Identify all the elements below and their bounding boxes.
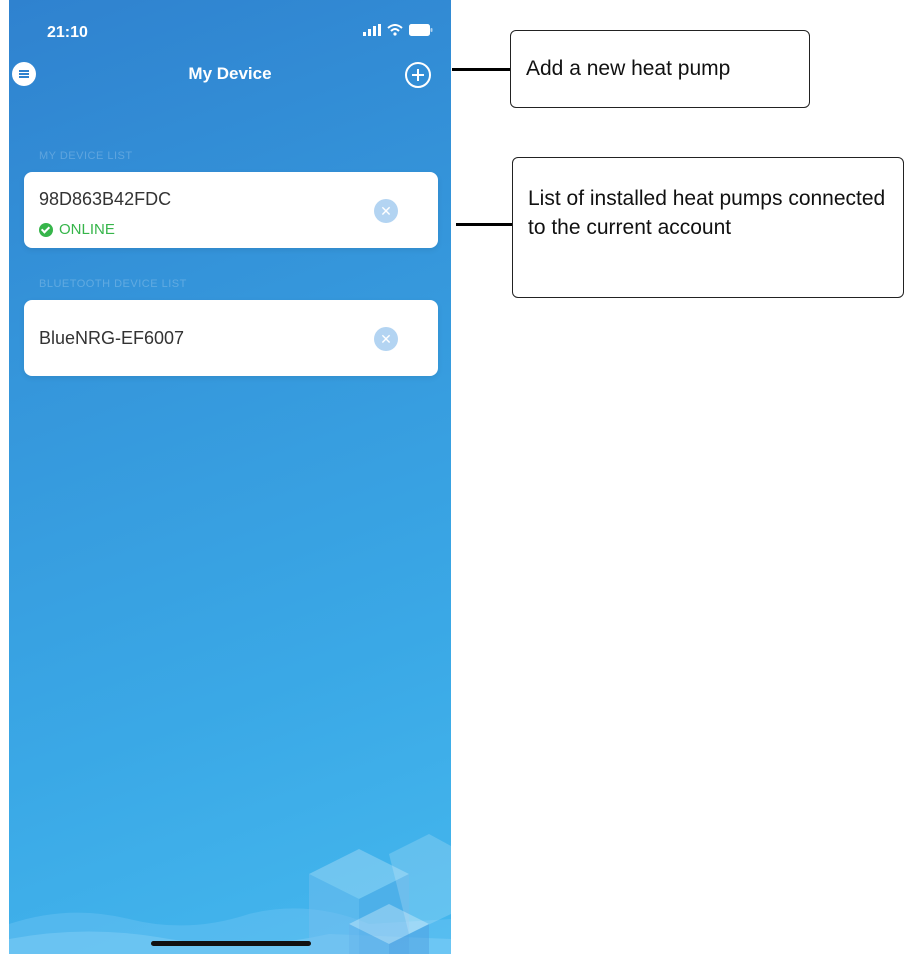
nav-bar: My Device — [9, 52, 451, 96]
device-name: 98D863B42FDC — [39, 189, 172, 209]
device-status-text: ONLINE — [59, 221, 115, 238]
callout-installed-list: List of installed heat pumps connected t… — [512, 157, 904, 298]
close-icon: ✕ — [380, 202, 392, 219]
callout-list-text: List of installed heat pumps connected t… — [528, 187, 886, 240]
callout-add-heat-pump: Add a new heat pump — [510, 30, 810, 108]
page-title: My Device — [188, 64, 272, 83]
device-status: ONLINE — [39, 221, 115, 238]
bluetooth-device-card[interactable]: BlueNRG-EF6007 ✕ — [24, 300, 438, 376]
battery-icon — [409, 24, 433, 36]
add-device-button[interactable] — [405, 62, 431, 88]
status-icons — [363, 24, 433, 36]
my-device-list-label: MY DEVICE LIST — [39, 150, 133, 162]
phone-screen: 21:10 My Device MY DEVICE LIST 98D863B42… — [9, 0, 451, 954]
device-card[interactable]: 98D863B42FDC ONLINE ✕ — [24, 172, 438, 248]
decorative-skyline — [9, 834, 451, 954]
callout-add-text: Add a new heat pump — [526, 57, 731, 81]
signal-icon — [363, 24, 381, 36]
check-circle-icon — [39, 222, 53, 237]
close-icon: ✕ — [380, 330, 392, 347]
wifi-icon — [387, 24, 403, 36]
home-indicator — [151, 941, 311, 946]
status-time: 21:10 — [47, 24, 88, 41]
bluetooth-device-list-label: BLUETOOTH DEVICE LIST — [39, 278, 187, 290]
status-bar: 21:10 — [9, 0, 451, 60]
callout-connector-add — [452, 68, 510, 71]
bluetooth-device-name: BlueNRG-EF6007 — [39, 328, 185, 348]
annotated-screenshot: 21:10 My Device MY DEVICE LIST 98D863B42… — [0, 0, 907, 954]
callout-connector-list — [456, 223, 512, 226]
remove-device-button[interactable]: ✕ — [374, 199, 398, 223]
remove-bluetooth-device-button[interactable]: ✕ — [374, 327, 398, 351]
